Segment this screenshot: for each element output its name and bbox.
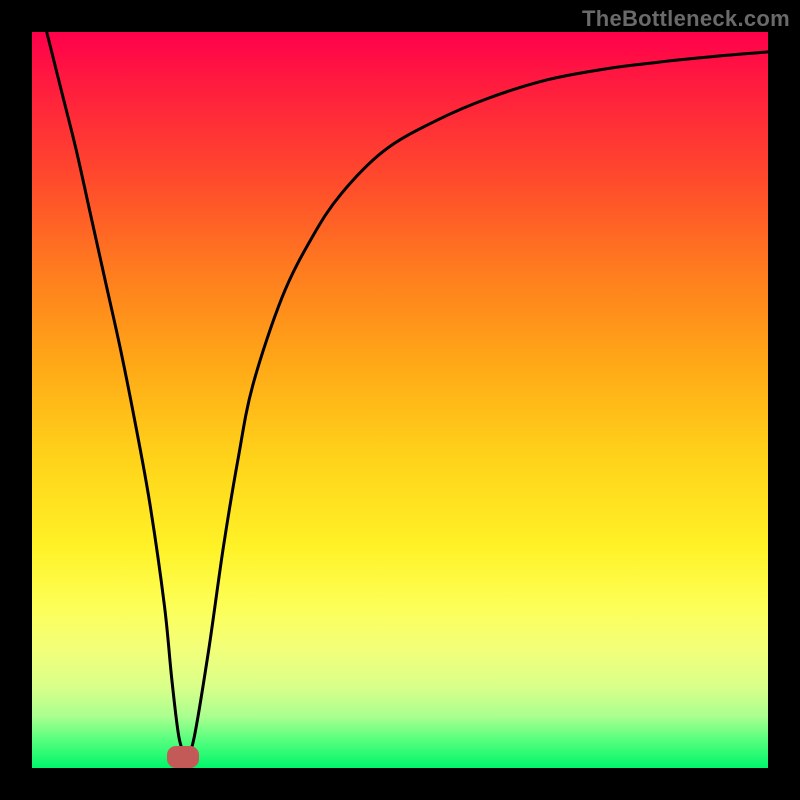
watermark-label: TheBottleneck.com (582, 6, 790, 32)
plot-area (32, 32, 768, 768)
bottleneck-curve (32, 32, 768, 768)
optimum-marker (167, 746, 199, 768)
chart-frame: TheBottleneck.com (0, 0, 800, 800)
